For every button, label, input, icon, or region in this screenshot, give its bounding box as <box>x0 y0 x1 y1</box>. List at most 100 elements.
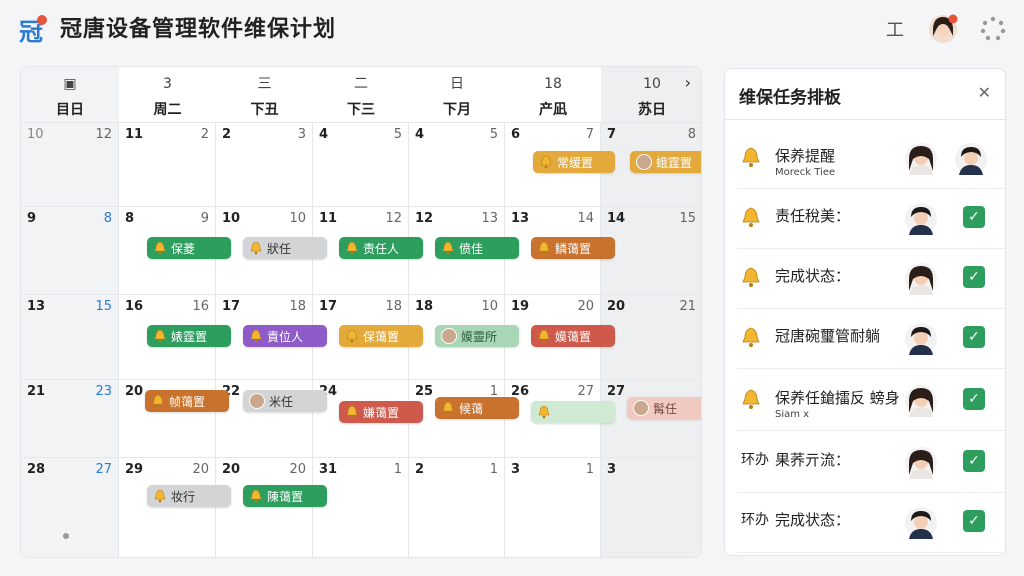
day-number: 7 <box>607 127 617 142</box>
apps-grid-icon[interactable] <box>978 14 1008 44</box>
calendar-day-cell[interactable]: 20 21 <box>601 295 701 380</box>
calendar-event[interactable]: 婊霆置 <box>147 325 231 347</box>
app-logo-icon: 冠 <box>19 15 47 46</box>
checkbox-checked-icon[interactable]: ✓ <box>963 450 985 472</box>
calendar-event[interactable]: 偾佳 <box>435 237 519 259</box>
task-item[interactable]: 环办 果荞亓流： ✓ <box>737 433 1005 493</box>
col-header[interactable]: 3 周二 <box>119 67 216 123</box>
calendar-event[interactable]: 嫌蔼置 <box>339 401 423 423</box>
calendar-day-cell[interactable]: 3 <box>601 458 701 557</box>
task-item[interactable]: 环办 完成状态： ✓ <box>737 493 1005 553</box>
calendar-event[interactable]: 米任 <box>243 390 327 412</box>
calendar-event[interactable]: 保菱 <box>147 237 231 259</box>
bell-icon <box>345 241 359 255</box>
col-header[interactable]: 三 下丑 <box>216 67 313 123</box>
col-header[interactable]: 18 产凪 <box>505 67 601 123</box>
close-icon[interactable]: ✕ <box>978 83 991 102</box>
day-number: 13 <box>511 211 530 226</box>
day-number: 17 <box>319 299 338 314</box>
calendar-day-cell[interactable]: 28 27 <box>21 458 119 557</box>
calendar-event[interactable]: 鳞蔼置 <box>531 237 615 259</box>
checkbox-checked-icon[interactable]: ✓ <box>963 510 985 532</box>
day-number-secondary: 18 <box>385 299 402 314</box>
calendar-day-cell[interactable]: 45 <box>313 123 409 207</box>
assignee-avatar[interactable] <box>905 203 937 235</box>
calendar-day-cell[interactable]: 27 <box>601 380 701 458</box>
task-sublabel: Moreck Tiee <box>775 167 836 178</box>
calendar-day-cell[interactable]: 21 <box>409 458 505 557</box>
assignee-avatar[interactable] <box>955 143 987 175</box>
calendar-day-cell[interactable]: 25 1 <box>409 380 505 458</box>
calendar-event[interactable]: 责任人 <box>339 237 423 259</box>
day-number-secondary: 2 <box>200 127 209 142</box>
calendar-event[interactable]: 陳蔼置 <box>243 485 327 507</box>
calendar-event[interactable]: 嫫蔼置 <box>531 325 615 347</box>
day-number: 18 <box>415 299 434 314</box>
calendar-day-cell[interactable]: 31 1 <box>313 458 409 557</box>
calendar-day-cell[interactable]: 20 20 <box>216 458 313 557</box>
scroll-indicator[interactable] <box>63 533 69 539</box>
event-label: 常缓置 <box>557 155 594 170</box>
calendar-event[interactable]: 狀任 <box>243 237 327 259</box>
day-number: 20 <box>607 299 626 314</box>
calendar-icon[interactable]: ▣ <box>63 75 76 93</box>
task-item[interactable]: 冠唐碗璽管耐躺 ✓ <box>737 309 1005 369</box>
calendar-day-cell[interactable]: 45 <box>409 123 505 207</box>
assignee-avatar[interactable] <box>905 447 937 479</box>
calendar-event[interactable] <box>531 401 615 423</box>
bell-icon <box>249 241 263 255</box>
calendar-day-cell[interactable]: 11 2 <box>119 123 216 207</box>
assignee-avatar[interactable] <box>905 385 937 417</box>
checkbox-checked-icon[interactable]: ✓ <box>963 266 985 288</box>
calendar-event[interactable]: 責位人 <box>243 325 327 347</box>
day-number: 27 <box>607 384 626 399</box>
calendar-day-cell[interactable]: 10 12 <box>21 123 119 207</box>
calendar-day-cell[interactable]: 13 15 <box>21 295 119 380</box>
calendar-day-cell[interactable]: 31 <box>505 458 601 557</box>
event-label: 蛾霆置 <box>656 155 693 170</box>
day-number-secondary: 23 <box>95 384 112 399</box>
day-number: 10 <box>222 211 241 226</box>
chevron-right-icon[interactable]: › <box>685 73 691 92</box>
bell-icon <box>345 329 359 343</box>
calendar-day-cell[interactable]: 14 15 <box>601 207 701 295</box>
calendar-event[interactable]: 帧蔼置 <box>145 390 229 412</box>
task-item[interactable]: 完成状态： ✓ <box>737 249 1005 309</box>
day-number-secondary: 10 <box>481 299 498 314</box>
calendar-event[interactable]: 保蔼置 <box>339 325 423 347</box>
task-item[interactable]: 责任稅美： ✓ <box>737 189 1005 249</box>
assignee-avatar[interactable] <box>905 143 937 175</box>
checkbox-checked-icon[interactable]: ✓ <box>963 206 985 228</box>
day-number-secondary: 3 <box>297 127 306 142</box>
task-item[interactable]: 保养任鎗擂反 螃身 Siam x ✓ <box>737 371 1005 431</box>
day-number-secondary: 18 <box>289 299 306 314</box>
calendar-day-cell[interactable]: 21 23 <box>21 380 119 458</box>
event-label: 狀任 <box>267 241 292 256</box>
calendar-day-cell[interactable]: 23 <box>216 123 313 207</box>
calendar-day-cell[interactable]: 29 20 <box>119 458 216 557</box>
calendar-event[interactable]: 嫫靈所 <box>435 325 519 347</box>
calendar-event[interactable]: 髯任 <box>627 397 701 419</box>
assignee-avatar[interactable] <box>905 507 937 539</box>
col-header-label: 目日 <box>56 102 84 118</box>
col-header[interactable]: 二 下三 <box>313 67 409 123</box>
checkbox-checked-icon[interactable]: ✓ <box>963 388 985 410</box>
calendar-event[interactable]: 妆行 <box>147 485 231 507</box>
assignee-avatar[interactable] <box>905 323 937 355</box>
calendar-day-cell[interactable]: 98 <box>21 207 119 295</box>
col-header[interactable]: ▣ 目日 <box>21 67 119 123</box>
day-number-secondary: 13 <box>481 211 498 226</box>
day-number-secondary: 12 <box>385 211 402 226</box>
calendar-event[interactable]: 常缓置 <box>533 151 615 173</box>
col-header-label: 下月 <box>443 102 471 118</box>
calendar-event[interactable]: 候蔼 <box>435 397 519 419</box>
checkbox-checked-icon[interactable]: ✓ <box>963 326 985 348</box>
menu-icon[interactable]: 工 <box>880 14 910 44</box>
col-header[interactable]: 日 下月 <box>409 67 505 123</box>
calendar-event[interactable]: 蛾霆置 <box>630 151 701 173</box>
task-item[interactable]: 保养提醒 Moreck Tiee <box>737 129 1005 189</box>
day-number-secondary: 20 <box>289 462 306 477</box>
event-label: 婊霆置 <box>171 329 208 344</box>
user-avatar[interactable] <box>928 14 958 44</box>
assignee-avatar[interactable] <box>905 263 937 295</box>
